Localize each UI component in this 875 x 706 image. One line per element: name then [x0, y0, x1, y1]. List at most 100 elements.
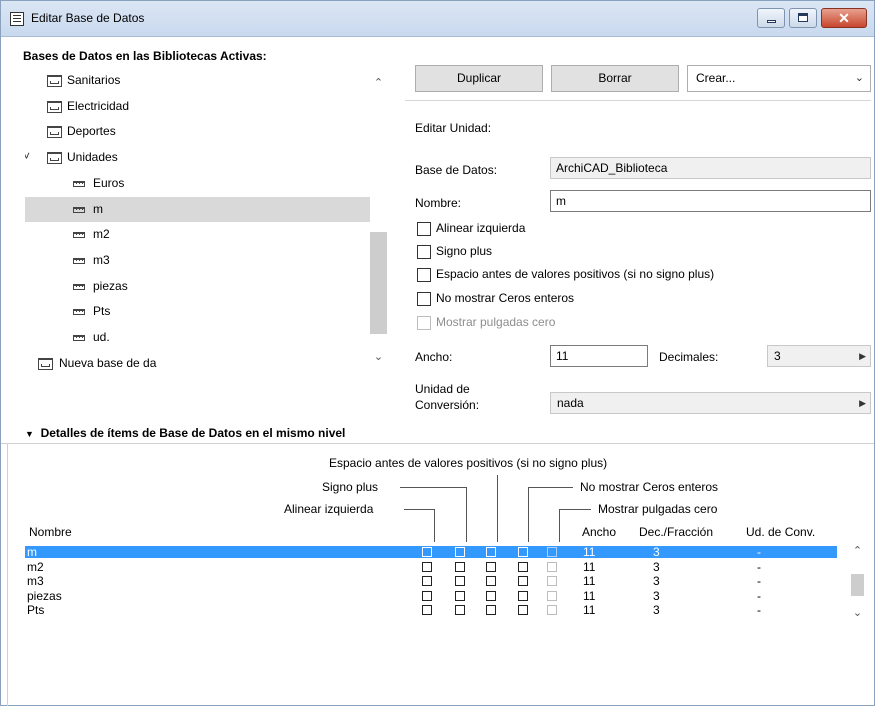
maximize-icon: [798, 13, 808, 22]
row-checkbox[interactable]: [422, 590, 432, 601]
tree-item[interactable]: piezas: [25, 274, 370, 299]
table-row[interactable]: m 11 3 -: [25, 546, 837, 558]
title-bar[interactable]: Editar Base de Datos ✕: [1, 1, 874, 37]
tree-item[interactable]: Electricidad: [25, 94, 370, 119]
row-checkbox[interactable]: [486, 605, 496, 615]
row-checkbox[interactable]: [422, 605, 432, 615]
option-label: No mostrar Ceros enteros: [436, 291, 575, 305]
row-checkbox[interactable]: [486, 547, 496, 557]
option-checkbox[interactable]: [417, 292, 431, 306]
conversion-label-line2: Conversión:: [415, 398, 480, 412]
scroll-down-icon[interactable]: ⌄: [370, 350, 387, 363]
cell-dec: 3: [653, 559, 660, 574]
row-checkbox[interactable]: [455, 590, 465, 601]
row-checkbox[interactable]: [486, 590, 496, 601]
leader-no-ceros-h: [528, 487, 573, 488]
col-caption-pulgadas: Mostrar pulgadas cero: [598, 502, 718, 516]
row-checkbox[interactable]: [486, 561, 496, 572]
tree-item[interactable]: ud.: [25, 325, 370, 350]
tree-item[interactable]: ›Nueva base de da: [25, 351, 370, 370]
col-caption-no-ceros: No mostrar Ceros enteros: [580, 480, 719, 494]
tree-item[interactable]: m: [25, 196, 370, 222]
table-scroll-thumb[interactable]: [851, 574, 864, 596]
leader-alinear-v: [434, 509, 435, 542]
conversion-popup[interactable]: nada ▶: [550, 392, 871, 414]
table-scrollbar[interactable]: ⌃ ⌄: [849, 545, 866, 628]
row-checkbox[interactable]: [422, 576, 432, 586]
scroll-up-icon[interactable]: ⌃: [849, 544, 866, 557]
col-caption-alinear: Alinear izquierda: [284, 502, 374, 516]
decimals-popup[interactable]: 3 ▶: [767, 345, 871, 367]
table-row[interactable]: Pts 11 3 -: [25, 604, 837, 616]
triangle-right-icon: ▶: [859, 351, 866, 361]
header-dec[interactable]: Dec./Fracción: [639, 525, 713, 539]
details-heading: Detalles de ítems de Base de Datos en el…: [40, 426, 346, 440]
conversion-label-line1: Unidad de: [415, 382, 470, 396]
row-checkbox[interactable]: [422, 561, 432, 572]
details-toggle[interactable]: ▼ Detalles de ítems de Base de Datos en …: [25, 426, 345, 440]
row-checkbox[interactable]: [422, 547, 432, 557]
row-checkbox[interactable]: [518, 547, 528, 557]
tree-item-label: m2: [93, 227, 110, 242]
create-select[interactable]: Crear... ⌄: [687, 65, 871, 92]
scroll-down-icon[interactable]: ⌄: [849, 606, 866, 619]
table-row[interactable]: m2 11 3 -: [25, 561, 837, 573]
unit-icon: [73, 335, 85, 341]
tree-item[interactable]: Deportes: [25, 119, 370, 144]
option-checkbox[interactable]: [417, 268, 431, 282]
name-input[interactable]: m: [550, 190, 871, 212]
row-checkbox[interactable]: [518, 605, 528, 615]
scroll-up-icon[interactable]: ⌃: [370, 76, 387, 89]
option-checkbox[interactable]: [417, 245, 431, 259]
tree-item[interactable]: Sanitarios: [25, 68, 370, 93]
row-checkbox[interactable]: [486, 576, 496, 586]
cell-name: piezas: [27, 588, 62, 603]
chevron-down-icon[interactable]: ˅: [25, 144, 30, 169]
row-checkbox[interactable]: [518, 576, 528, 586]
edit-unit-heading: Editar Unidad:: [415, 121, 492, 135]
database-window-icon: [10, 12, 24, 26]
cell-conv: -: [757, 588, 761, 603]
row-checkbox: [547, 576, 557, 586]
header-width[interactable]: Ancho: [582, 525, 616, 539]
tree-item[interactable]: ˅ Unidades: [25, 145, 370, 170]
tree-scrollbar[interactable]: ⌃ ⌄: [370, 68, 387, 370]
row-checkbox[interactable]: [455, 561, 465, 572]
tree-item[interactable]: Euros: [25, 171, 370, 196]
create-select-value: Crear...: [696, 71, 736, 85]
tree-item[interactable]: Pts: [25, 299, 370, 324]
minimize-button[interactable]: [757, 8, 785, 28]
row-checkbox[interactable]: [518, 561, 528, 572]
cell-dec: 3: [653, 603, 660, 617]
leader-espacio: [497, 475, 498, 542]
maximize-button[interactable]: [789, 8, 817, 28]
width-label: Ancho:: [415, 350, 453, 364]
tree-item-label: Electricidad: [67, 98, 130, 113]
row-checkbox[interactable]: [455, 605, 465, 615]
tree-item[interactable]: m2: [25, 222, 370, 247]
cell-dec: 3: [653, 588, 660, 603]
width-input[interactable]: 11: [550, 345, 648, 367]
close-button[interactable]: ✕: [821, 8, 867, 28]
cell-name: m3: [27, 574, 44, 588]
tree-scroll-thumb[interactable]: [370, 232, 387, 334]
database-icon: [38, 357, 53, 370]
table-row[interactable]: m3 11 3 -: [25, 575, 837, 587]
database-tree[interactable]: Sanitarios Electricidad Deportes ˅ Unidades E…: [25, 68, 370, 370]
header-name[interactable]: Nombre: [29, 525, 72, 539]
duplicate-button[interactable]: Duplicar: [415, 65, 543, 92]
row-checkbox[interactable]: [455, 576, 465, 586]
tree-item-label: m3: [93, 252, 110, 267]
table-row[interactable]: piezas 11 3 -: [25, 590, 837, 602]
delete-button[interactable]: Borrar: [551, 65, 679, 92]
row-checkbox[interactable]: [455, 547, 465, 557]
cell-dec: 3: [653, 545, 660, 559]
row-checkbox[interactable]: [518, 590, 528, 601]
tree-item[interactable]: m3: [25, 248, 370, 273]
tree-item-label: piezas: [93, 278, 128, 293]
header-conv[interactable]: Ud. de Conv.: [746, 525, 815, 539]
chevron-down-icon: ⌄: [854, 72, 864, 84]
cell-width: 11: [583, 545, 596, 559]
option-checkbox[interactable]: [417, 222, 431, 236]
tree-item-label: Deportes: [67, 124, 116, 139]
